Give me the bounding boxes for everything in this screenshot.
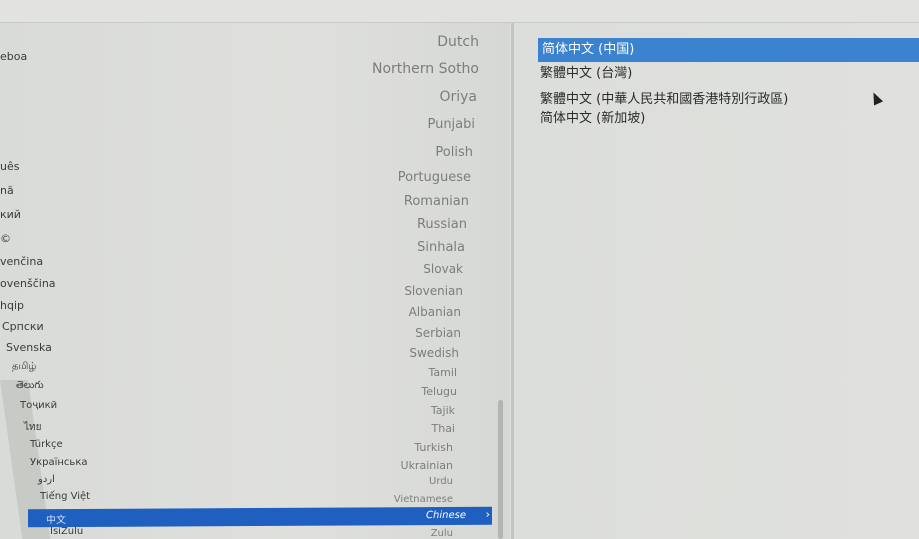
language-english-name[interactable]: Ukrainian <box>401 459 453 472</box>
language-native-name[interactable]: venčina <box>0 255 43 268</box>
language-native-name[interactable]: © <box>0 232 11 245</box>
language-english-name[interactable]: Swedish <box>409 346 459 360</box>
language-english-name[interactable]: Punjabi <box>427 117 475 132</box>
language-english-name: Chinese <box>426 509 466 522</box>
language-english-name[interactable]: Urdu <box>429 476 453 487</box>
language-native-name[interactable]: Српски <box>2 320 44 333</box>
language-english-name[interactable]: Slovenian <box>404 284 463 298</box>
language-english-name[interactable]: Serbian <box>415 326 461 340</box>
language-english-name[interactable]: Polish <box>435 145 473 160</box>
chevron-right-icon: › <box>485 507 490 521</box>
language-english-name[interactable]: Thai <box>432 422 456 435</box>
header-bar <box>0 0 919 23</box>
language-native-name[interactable]: ovenščina <box>0 277 56 290</box>
locale-item-selected[interactable]: 简体中文 (中国) <box>538 38 919 62</box>
locale-item[interactable]: 简体中文 (新加坡) <box>540 107 645 126</box>
language-english-name[interactable]: Vietnamese <box>394 494 453 505</box>
language-native-name[interactable]: IsiZulu <box>50 526 83 537</box>
language-english-name[interactable]: Telugu <box>421 385 457 398</box>
language-native-name[interactable]: eboa <box>0 50 27 63</box>
language-english-name[interactable]: Tamil <box>429 366 457 379</box>
language-english-name[interactable]: Russian <box>417 217 467 232</box>
language-row-selected[interactable]: 中文 Chinese › <box>28 506 492 528</box>
language-native-name[interactable]: кий <box>0 208 21 221</box>
language-english-name[interactable]: Zulu <box>431 528 453 539</box>
language-native-name[interactable]: ไทย <box>24 420 41 435</box>
language-english-name[interactable]: Albanian <box>409 305 461 319</box>
language-native-name[interactable]: nă <box>0 184 14 197</box>
language-list-scrollbar[interactable] <box>498 400 503 539</box>
language-native-name[interactable]: Tiếng Việt <box>40 491 90 502</box>
language-english-name[interactable]: Northern Sotho <box>372 61 479 77</box>
language-english-name[interactable]: Dutch <box>437 34 479 50</box>
language-native-name[interactable]: தமிழ் <box>12 361 36 373</box>
language-native-name[interactable]: తెలుగు <box>16 379 44 393</box>
language-native-name[interactable]: Українська <box>30 457 88 468</box>
language-native-name: 中文 <box>46 515 66 527</box>
language-native-name[interactable]: uês <box>0 160 19 173</box>
language-native-name[interactable]: hqip <box>0 299 24 312</box>
language-english-name[interactable]: Portuguese <box>398 170 471 185</box>
locale-item[interactable]: 繁體中文 (中華人民共和國香港特別行政區) <box>540 88 788 107</box>
language-english-name[interactable]: Tajik <box>431 404 455 417</box>
language-english-name[interactable]: Romanian <box>404 194 469 209</box>
language-english-name[interactable]: Oriya <box>439 89 477 105</box>
language-english-name[interactable]: Turkish <box>414 441 453 454</box>
locale-item[interactable]: 繁體中文 (台灣) <box>540 62 632 81</box>
language-native-name[interactable]: اردو <box>38 474 55 485</box>
language-native-name[interactable]: Svenska <box>6 341 52 354</box>
language-native-name[interactable]: Türkçe <box>30 439 63 450</box>
language-english-name[interactable]: Sinhala <box>417 240 465 255</box>
language-native-name[interactable]: Тоҷикӣ <box>20 400 57 411</box>
language-english-name[interactable]: Slovak <box>423 262 463 276</box>
